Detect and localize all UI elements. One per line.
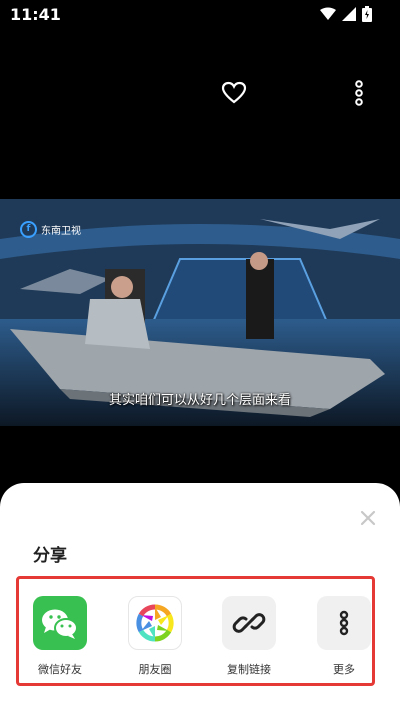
wifi-icon xyxy=(320,7,336,20)
more-menu-icon[interactable] xyxy=(348,80,370,106)
share-label: 微信好友 xyxy=(38,663,82,676)
share-label: 更多 xyxy=(333,663,355,676)
share-copy-link[interactable]: 复制链接 xyxy=(213,596,285,677)
link-icon xyxy=(222,596,276,650)
status-icons xyxy=(320,6,372,22)
share-options-highlight: 微信好友 朋友圈 复制链接 更多 xyxy=(16,576,375,686)
status-time: 11:41 xyxy=(10,5,61,24)
share-label: 朋友圈 xyxy=(138,663,172,676)
close-icon[interactable] xyxy=(358,508,378,528)
share-wechat-friends[interactable]: 微信好友 xyxy=(24,596,96,677)
favorite-heart-icon[interactable] xyxy=(221,80,247,106)
signal-icon xyxy=(342,7,356,21)
video-player[interactable]: f 东南卫视 其实咱们可以从好几个层面来看 xyxy=(0,199,400,426)
channel-logo: f 东南卫视 xyxy=(20,221,81,238)
more-icon xyxy=(317,596,371,650)
status-bar: 11:41 xyxy=(0,0,400,28)
video-top-actions xyxy=(0,78,400,108)
moments-icon xyxy=(128,596,182,650)
video-subtitle: 其实咱们可以从好几个层面来看 xyxy=(108,393,291,408)
battery-icon xyxy=(362,6,372,22)
channel-name: 东南卫视 xyxy=(41,226,81,237)
share-more[interactable]: 更多 xyxy=(308,596,380,677)
share-sheet: 分享 微信好友 朋友圈 复制链接 更多 xyxy=(0,483,400,711)
share-moments[interactable]: 朋友圈 xyxy=(119,596,191,677)
share-label: 复制链接 xyxy=(227,663,271,676)
wechat-icon xyxy=(33,596,87,650)
channel-logo-icon: f xyxy=(20,221,37,238)
share-sheet-title: 分享 xyxy=(33,546,67,566)
